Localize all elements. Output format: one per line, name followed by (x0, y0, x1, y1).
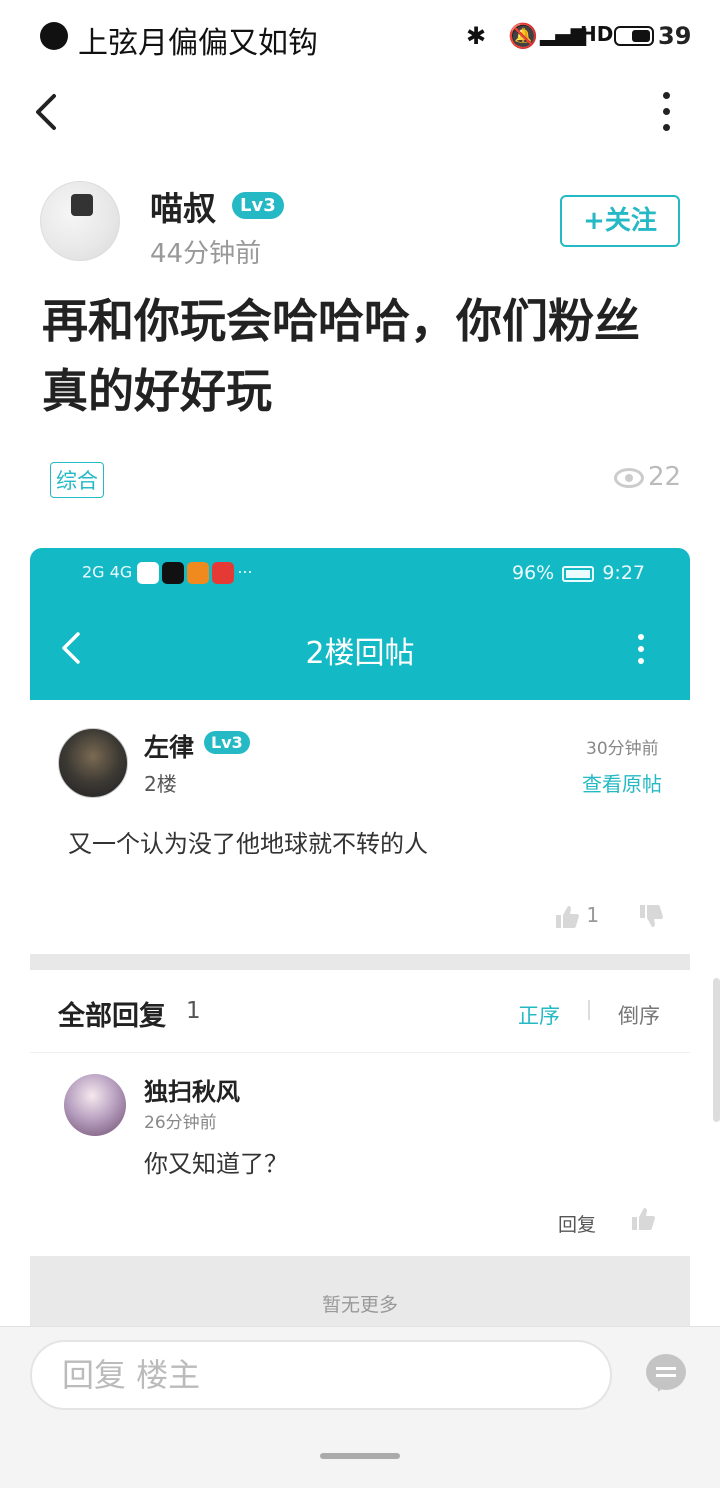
commenter-avatar (58, 728, 128, 798)
comment-like: 1 (554, 903, 599, 930)
embedded-more-icon (636, 634, 646, 666)
screen: 上弦月偏偏又如钩 ✱ 🔕 ▂▄▆ HD 39 喵叔 Lv3 44分钟前 +关注 … (0, 0, 720, 1488)
thumb-down-icon (640, 905, 663, 927)
reply-thumb-up-icon (632, 1208, 655, 1230)
sort-descending: 倒序 (618, 1004, 660, 1028)
hd-icon: HD (580, 22, 614, 46)
sort-separator (588, 1000, 590, 1020)
section-divider (30, 954, 690, 970)
more-apps-icon: ··· (237, 562, 253, 582)
app-icon-music (212, 562, 235, 584)
author-name[interactable]: 喵叔 (150, 182, 216, 230)
comment-content: 又一个认为没了他地球就不转的人 (68, 830, 428, 858)
gesture-handle[interactable] (320, 1453, 400, 1459)
eye-icon (614, 467, 644, 488)
embedded-status-icons: 2G 4G ··· (82, 562, 253, 584)
commenter-level-badge: Lv3 (204, 731, 250, 754)
scrollbar[interactable] (713, 978, 720, 1122)
comment-time: 30分钟前 (586, 739, 659, 759)
view-original-link: 查看原帖 (582, 772, 662, 796)
thumb-up-icon (556, 905, 579, 928)
category-tag[interactable]: 综合 (50, 462, 104, 498)
post-time: 44分钟前 (150, 239, 262, 269)
battery-level: 39 (658, 22, 692, 50)
embedded-battery-icon (562, 565, 595, 582)
battery-icon (614, 26, 654, 46)
app-icon-tiktok (162, 562, 185, 584)
follow-button[interactable]: +关注 (560, 195, 680, 247)
view-count-value: 22 (648, 462, 682, 492)
mute-icon: 🔕 (508, 22, 538, 50)
app-icon-browser (137, 562, 160, 584)
notification-text: 上弦月偏偏又如钩 (78, 26, 318, 61)
comment-floor: 2楼 (144, 772, 177, 796)
like-count: 1 (586, 903, 600, 927)
app-icon-uc (187, 562, 210, 584)
view-count: 22 (614, 462, 681, 492)
embedded-battery-text: 96% (512, 562, 555, 584)
replies-count: 1 (186, 998, 201, 1024)
embedded-clock: 9:27 (602, 562, 645, 584)
commenter-name: 左律 (144, 733, 195, 762)
replies-header: 全部回复 (58, 1001, 166, 1032)
embedded-network: 2G 4G (82, 562, 133, 582)
back-icon[interactable] (30, 90, 70, 134)
reply-time: 26分钟前 (144, 1113, 217, 1133)
replier-name: 独扫秋风 (144, 1078, 240, 1106)
no-more-text: 暂无更多 (321, 1294, 398, 1316)
more-options-icon[interactable] (656, 92, 676, 132)
bluetooth-icon: ✱ (466, 22, 487, 50)
reply-button: 回复 (558, 1214, 597, 1236)
embedded-page-title: 2楼回帖 (305, 636, 415, 671)
sort-ascending: 正序 (518, 1004, 560, 1028)
comment-icon[interactable] (646, 1354, 686, 1390)
author-avatar[interactable] (40, 181, 120, 261)
reply-input[interactable]: 回复 楼主 (30, 1340, 612, 1410)
notification-icon (40, 22, 68, 50)
level-badge: Lv3 (232, 192, 284, 219)
post-title: 再和你玩会哈哈哈，你们粉丝真的好好玩 (42, 294, 640, 418)
embedded-screenshot[interactable]: 2G 4G ··· 96% 9:27 2楼回帖 左律 Lv3 2楼 30分钟前 … (30, 548, 690, 1328)
divider (30, 1052, 690, 1053)
replier-avatar (64, 1074, 126, 1136)
reply-content: 你又知道了？ (144, 1150, 288, 1178)
embedded-status-right: 96% 9:27 (512, 562, 645, 584)
